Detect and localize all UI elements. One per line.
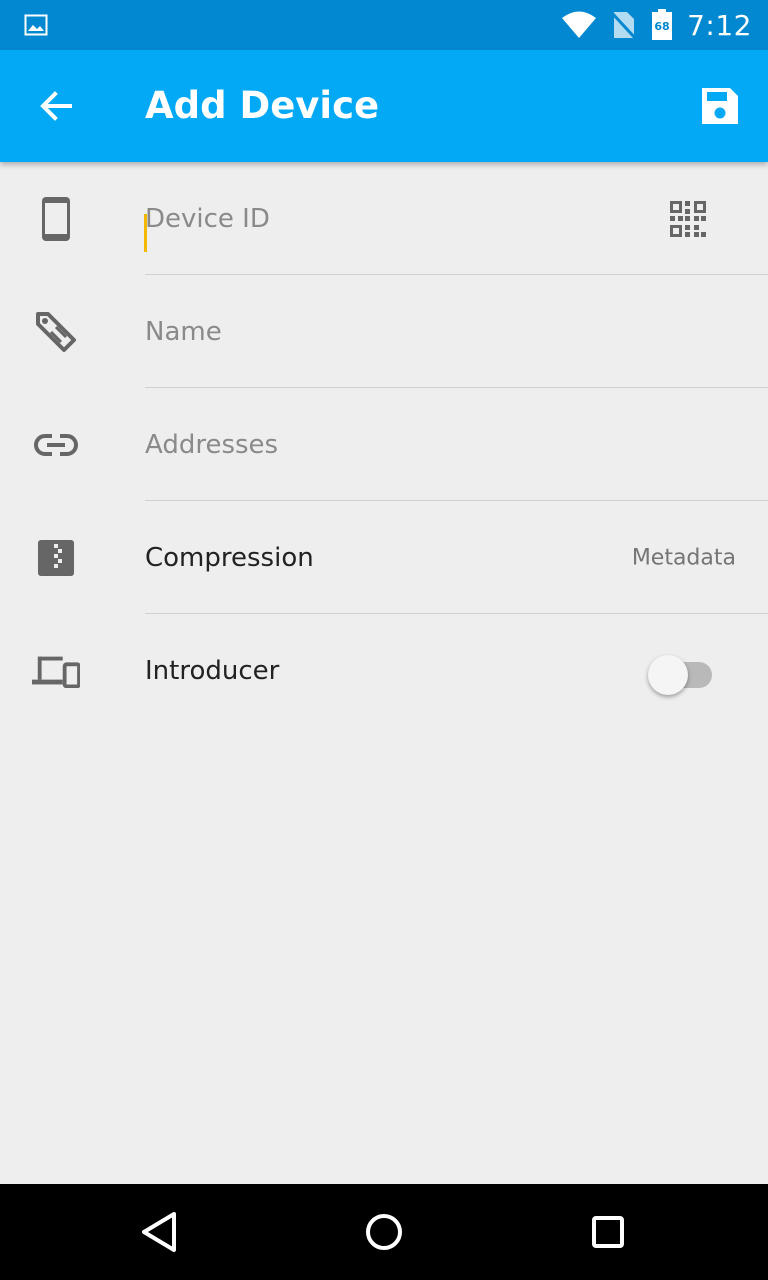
app-bar: Add Device bbox=[0, 50, 768, 162]
addresses-input[interactable] bbox=[145, 422, 645, 467]
compression-value: Metadata bbox=[631, 545, 736, 570]
battery-icon: 68 bbox=[651, 9, 673, 41]
page-title: Add Device bbox=[145, 84, 380, 127]
introducer-row: Introducer bbox=[0, 614, 768, 727]
nav-home-button[interactable] bbox=[360, 1208, 408, 1256]
scan-qr-button[interactable] bbox=[668, 199, 708, 239]
image-icon bbox=[24, 13, 48, 37]
introducer-toggle[interactable] bbox=[648, 651, 714, 695]
battery-level: 68 bbox=[654, 20, 669, 33]
recents-square-icon bbox=[592, 1216, 624, 1248]
text-cursor bbox=[144, 214, 147, 252]
name-input[interactable] bbox=[145, 309, 645, 354]
device-id-row bbox=[0, 162, 768, 275]
home-circle-icon bbox=[366, 1214, 402, 1250]
toggle-thumb bbox=[648, 654, 688, 695]
compression-row[interactable]: Compression Metadata bbox=[0, 501, 768, 614]
zip-icon bbox=[32, 534, 80, 582]
arrow-back-icon bbox=[40, 91, 72, 121]
introducer-label: Introducer bbox=[145, 655, 280, 686]
save-button[interactable] bbox=[700, 86, 740, 126]
name-row bbox=[0, 275, 768, 388]
devices-icon bbox=[32, 647, 80, 695]
addresses-row bbox=[0, 388, 768, 501]
nav-back-button[interactable] bbox=[136, 1208, 184, 1256]
navigation-bar bbox=[0, 1184, 768, 1280]
link-icon bbox=[32, 421, 80, 469]
no-sim-icon bbox=[611, 10, 638, 40]
save-icon bbox=[702, 88, 738, 124]
status-bar: 68 7:12 bbox=[0, 0, 768, 50]
device-id-input[interactable] bbox=[145, 196, 645, 241]
device-form: Compression Metadata Introducer bbox=[0, 162, 768, 727]
phone-icon bbox=[32, 195, 80, 243]
status-time: 7:12 bbox=[687, 8, 752, 42]
back-button[interactable] bbox=[36, 86, 76, 126]
tag-icon bbox=[32, 308, 80, 356]
compression-label: Compression bbox=[145, 542, 314, 573]
back-triangle-icon bbox=[142, 1212, 176, 1252]
qr-code-icon bbox=[670, 200, 706, 237]
wifi-icon bbox=[561, 11, 597, 39]
nav-recents-button[interactable] bbox=[584, 1208, 632, 1256]
